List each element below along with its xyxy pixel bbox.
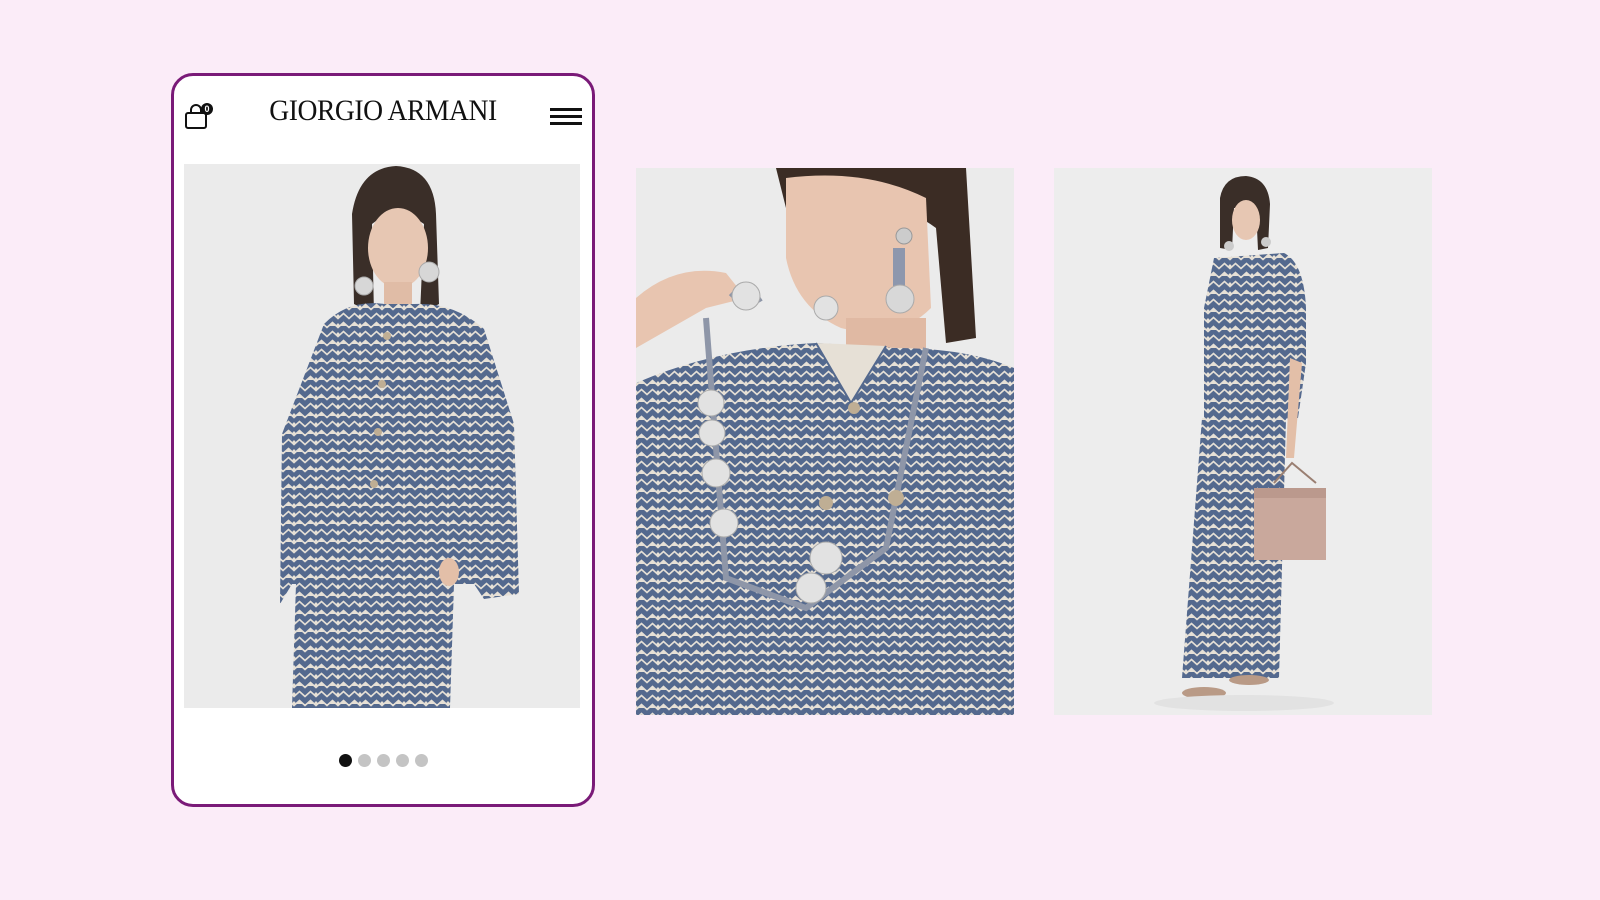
mobile-product-page: 0 GIORGIO ARMANI <box>171 73 595 807</box>
hamburger-menu-icon[interactable] <box>550 108 582 128</box>
brand-logo[interactable]: GIORGIO ARMANI <box>191 94 576 128</box>
carousel-pagination <box>174 754 592 767</box>
carousel-dot-5[interactable] <box>414 754 428 767</box>
site-header: 0 GIORGIO ARMANI <box>174 76 592 164</box>
carousel-dot-3[interactable] <box>376 754 390 767</box>
carousel-dot-2[interactable] <box>357 754 371 767</box>
product-detail-image[interactable] <box>636 168 1014 715</box>
carousel-dot-4[interactable] <box>395 754 409 767</box>
carousel-dot-1[interactable] <box>338 754 352 767</box>
product-full-length-image[interactable] <box>1054 168 1432 715</box>
product-main-image[interactable] <box>184 164 580 708</box>
